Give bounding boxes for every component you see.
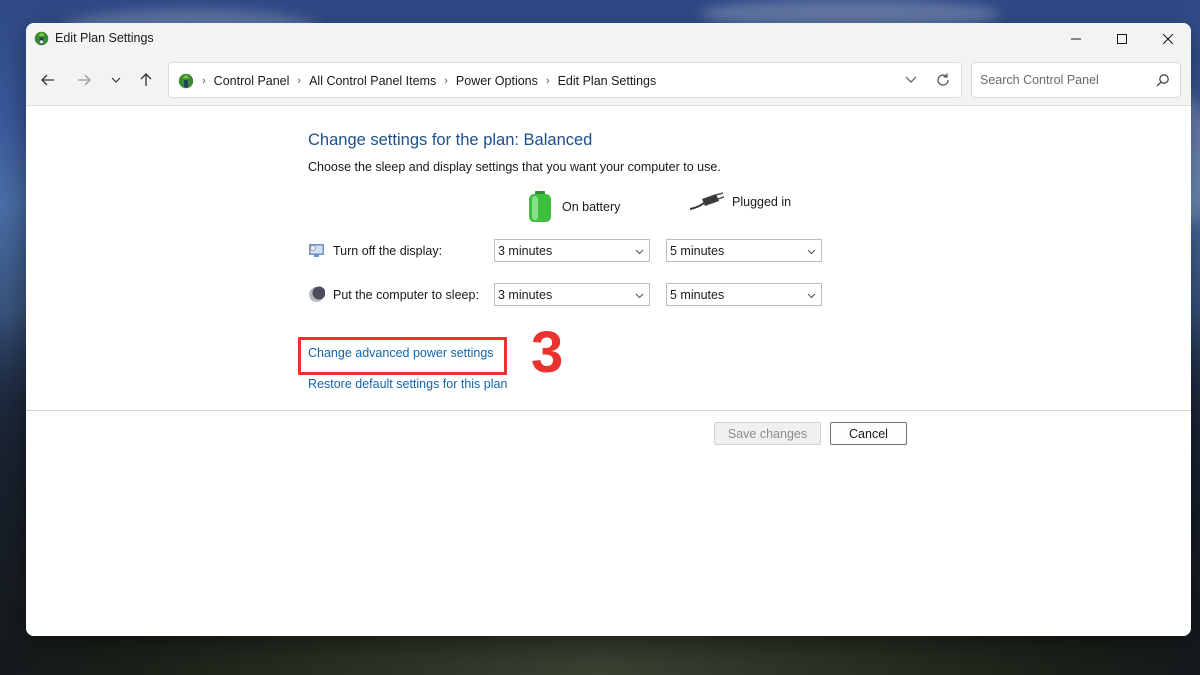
chevron-down-icon <box>635 245 644 259</box>
refresh-button[interactable] <box>935 72 951 91</box>
main-content: Change settings for the plan: Balanced C… <box>26 106 1191 636</box>
control-panel-icon <box>178 73 194 89</box>
up-button[interactable] <box>134 68 158 92</box>
chevron-down-icon <box>635 289 644 303</box>
chevron-right-icon: › <box>297 75 302 87</box>
back-button[interactable] <box>36 68 60 92</box>
chevron-down-icon <box>905 76 917 83</box>
column-label-battery: On battery <box>562 200 621 214</box>
maximize-button[interactable] <box>1099 23 1145 54</box>
sleep-battery-select[interactable]: 3 minutes <box>494 283 650 306</box>
moon-icon <box>309 286 325 302</box>
column-label-plugged: Plugged in <box>732 195 792 209</box>
sleep-setting-label: Put the computer to sleep: <box>308 286 479 303</box>
select-value: 5 minutes <box>670 244 725 258</box>
column-header-plugged: Plugged in <box>688 191 791 213</box>
chevron-right-icon: › <box>444 75 448 87</box>
cancel-button[interactable]: Cancel <box>830 422 907 445</box>
display-icon <box>309 244 324 257</box>
restore-defaults-link[interactable]: Restore default settings for this plan <box>308 377 507 391</box>
chevron-down-icon <box>807 245 816 259</box>
address-dropdown-button[interactable] <box>905 73 917 88</box>
breadcrumb: › Control Panel › All Control Panel Item… <box>202 74 656 88</box>
address-bar[interactable]: › Control Panel › All Control Panel Item… <box>168 62 962 98</box>
chevron-down-icon <box>111 77 121 83</box>
chevron-right-icon: › <box>545 75 550 87</box>
minimize-button[interactable] <box>1053 23 1099 54</box>
divider <box>26 410 1191 411</box>
refresh-icon <box>937 73 949 86</box>
breadcrumb-edit-plan[interactable]: Edit Plan Settings <box>558 74 657 88</box>
arrow-left-icon <box>41 74 54 86</box>
chevron-down-icon <box>807 289 816 303</box>
select-value: 3 minutes <box>498 244 553 258</box>
display-setting-label: Turn off the display: <box>308 242 442 259</box>
power-plant-icon <box>34 31 49 46</box>
window-title: Edit Plan Settings <box>55 31 154 45</box>
display-battery-select[interactable]: 3 minutes <box>494 239 650 262</box>
forward-button[interactable] <box>72 68 96 92</box>
chevron-right-icon: › <box>202 75 206 87</box>
close-button[interactable] <box>1145 23 1191 54</box>
maximize-icon <box>1117 33 1127 44</box>
page-description: Choose the sleep and display settings th… <box>308 160 721 174</box>
battery-icon <box>529 191 551 222</box>
recent-locations-button[interactable] <box>104 68 128 92</box>
plug-icon <box>689 192 724 210</box>
sleep-setting-text: Put the computer to sleep: <box>333 287 479 302</box>
minimize-icon <box>1071 38 1081 39</box>
arrow-up-icon <box>140 73 152 86</box>
sleep-plugged-select[interactable]: 5 minutes <box>666 283 822 306</box>
display-setting-text: Turn off the display: <box>333 243 443 258</box>
advanced-power-settings-link[interactable]: Change advanced power settings <box>308 346 494 360</box>
page-title: Change settings for the plan: Balanced <box>308 131 593 149</box>
title-bar[interactable]: Edit Plan Settings <box>26 23 1191 54</box>
select-value: 5 minutes <box>670 288 725 302</box>
breadcrumb-control-panel[interactable]: Control Panel <box>214 74 290 88</box>
breadcrumb-all-items[interactable]: All Control Panel Items <box>309 74 436 88</box>
display-plugged-select[interactable]: 5 minutes <box>666 239 822 262</box>
arrow-right-icon <box>78 74 91 86</box>
select-value: 3 minutes <box>498 288 553 302</box>
search-icon[interactable] <box>1156 73 1170 90</box>
column-header-battery: On battery <box>526 191 620 223</box>
breadcrumb-power-options[interactable]: Power Options <box>456 74 538 88</box>
control-panel-window: Edit Plan Settings › Control Panel › All… <box>26 23 1191 636</box>
save-changes-button[interactable]: Save changes <box>714 422 821 445</box>
close-icon <box>1163 33 1173 44</box>
annotation-step-number: 3 <box>531 320 564 385</box>
search-box[interactable] <box>971 62 1181 98</box>
navigation-bar: › Control Panel › All Control Panel Item… <box>26 54 1191 106</box>
search-input[interactable] <box>980 73 1150 87</box>
